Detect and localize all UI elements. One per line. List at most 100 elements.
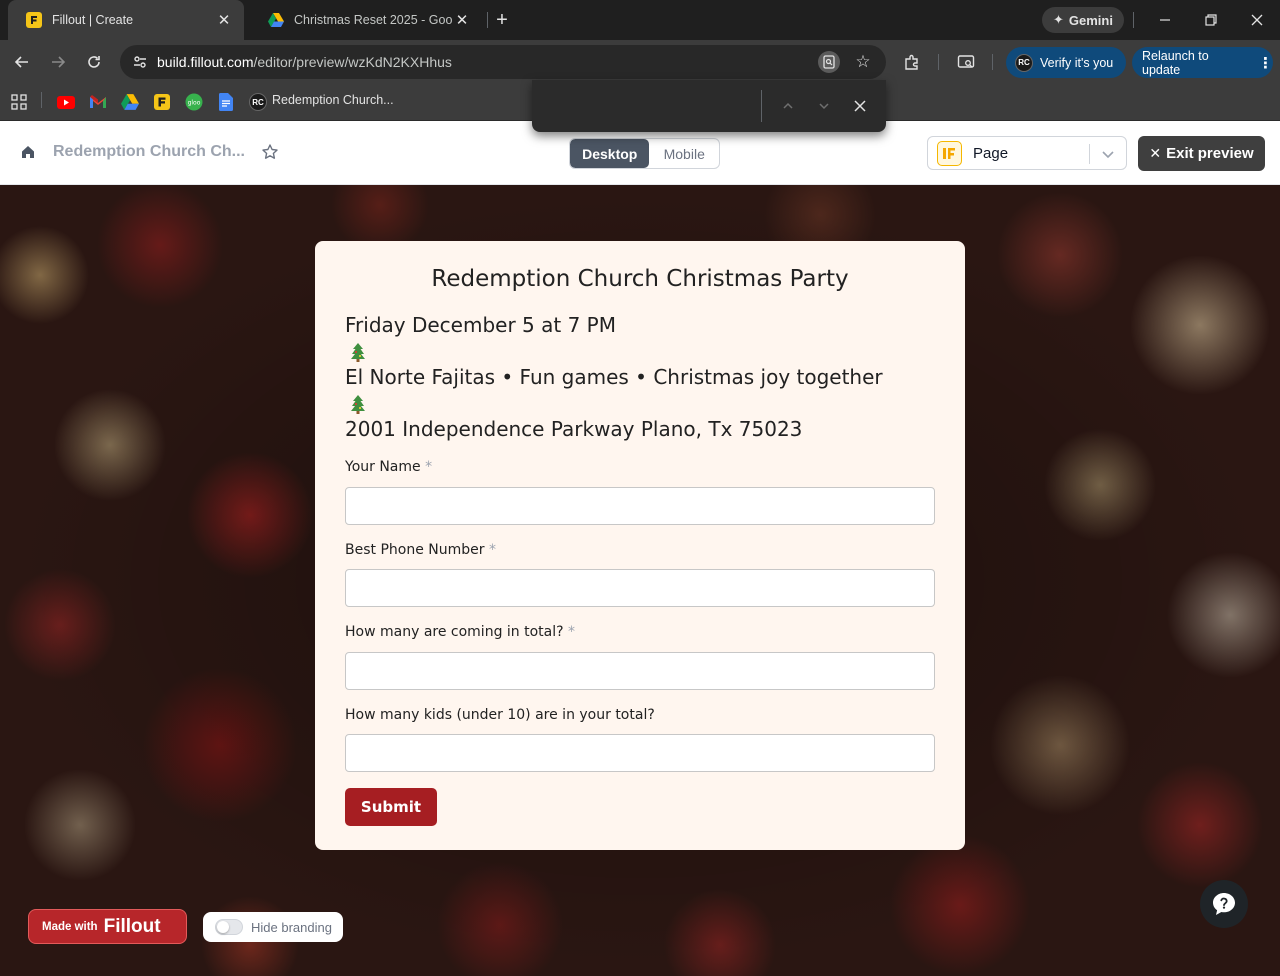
tab-title: Fillout | Create <box>52 13 134 27</box>
christmas-tree-icon <box>350 342 366 362</box>
event-address: 2001 Independence Parkway Plano, Tx 7502… <box>345 417 803 441</box>
find-next-icon[interactable] <box>813 95 835 117</box>
label-text: Your Name <box>345 459 421 475</box>
exit-preview-button[interactable]: ✕ Exit preview <box>1138 136 1265 171</box>
select-divider <box>1089 144 1090 164</box>
apps-grid-icon[interactable] <box>10 93 28 111</box>
desktop-view-button[interactable]: Desktop <box>570 139 650 168</box>
relaunch-label: Relaunch to update <box>1142 48 1209 77</box>
hide-branding-label: Hide branding <box>251 919 332 935</box>
close-icon: ✕ <box>1149 145 1162 161</box>
find-divider <box>761 90 762 122</box>
form-name[interactable]: Redemption Church Ch... <box>53 143 245 161</box>
close-window-icon[interactable] <box>1234 0 1280 40</box>
verify-button[interactable]: RC Verify it's you <box>1006 47 1126 78</box>
help-question-icon <box>1213 893 1235 915</box>
tab-divider <box>487 12 488 28</box>
find-bar <box>532 80 886 132</box>
relaunch-button[interactable]: Relaunch to update ⋮ <box>1132 47 1273 78</box>
made-with-label: Made with <box>42 920 98 933</box>
close-tab-icon[interactable]: ✕ <box>214 10 234 30</box>
event-details: El Norte Fajitas • Fun games • Christmas… <box>345 365 883 389</box>
bookmark-star-icon[interactable]: ☆ <box>852 51 874 73</box>
made-with-fillout-badge[interactable]: Made with Fillout <box>28 909 187 944</box>
phone-input[interactable] <box>345 569 935 607</box>
restore-icon[interactable] <box>1188 0 1234 40</box>
label-text: Best Phone Number <box>345 542 485 558</box>
required-marker: * <box>488 542 496 558</box>
google-docs-icon[interactable] <box>217 93 235 111</box>
find-close-icon[interactable] <box>849 95 871 117</box>
favorite-star-icon[interactable] <box>261 143 279 161</box>
verify-label: Verify it's you <box>1040 55 1114 70</box>
forward-icon[interactable] <box>44 48 72 76</box>
page-select-value: Page <box>973 145 1009 162</box>
url-host: build.fillout.com <box>157 54 254 70</box>
field-label-phone: Best Phone Number * <box>345 542 496 558</box>
sparkle-icon: ✦ <box>1053 12 1064 27</box>
church-bookmark-icon: RC <box>249 93 267 111</box>
view-mode-toggle: Desktop Mobile <box>569 138 720 169</box>
label-text: How many are coming in total? <box>345 624 564 640</box>
reload-icon[interactable] <box>80 48 108 76</box>
more-menu-icon[interactable]: ⋮ <box>1258 54 1273 72</box>
field-label-name: Your Name * <box>345 459 432 475</box>
minimize-icon[interactable] <box>1142 0 1188 40</box>
back-icon[interactable] <box>8 48 36 76</box>
fillout-brand: Fillout <box>103 915 161 937</box>
toolbar-divider <box>992 54 993 70</box>
find-previous-icon[interactable] <box>777 95 799 117</box>
page-search-icon[interactable] <box>818 51 840 73</box>
help-chat-button[interactable] <box>1200 880 1248 928</box>
label-text: How many kids (under 10) are in your tot… <box>345 707 655 723</box>
url-text: build.fillout.com/editor/preview/wzKdN2K… <box>157 54 452 70</box>
bookmark-church[interactable]: Redemption Church... <box>272 93 394 107</box>
required-marker: * <box>568 624 576 640</box>
church-logo-icon: RC <box>249 93 267 111</box>
hide-branding-control[interactable]: Hide branding <box>203 912 343 942</box>
submit-button[interactable]: Submit <box>345 788 437 826</box>
required-marker: * <box>425 459 433 475</box>
gemini-button[interactable]: ✦ Gemini <box>1042 7 1124 33</box>
new-tab-icon[interactable]: + <box>490 8 514 32</box>
page-select[interactable]: Page <box>927 136 1127 170</box>
fillout-icon[interactable] <box>153 93 171 111</box>
gmail-icon[interactable] <box>89 93 107 111</box>
kids-count-input[interactable] <box>345 734 935 772</box>
gloo-icon[interactable]: gloo <box>185 93 203 111</box>
window-divider <box>1133 12 1134 28</box>
tab-fillout[interactable]: Fillout | Create ✕ <box>8 0 244 40</box>
svg-text:gloo: gloo <box>188 100 201 107</box>
hide-branding-toggle[interactable] <box>215 919 243 935</box>
bookmarks-divider <box>41 92 42 108</box>
fillout-favicon-icon <box>26 12 42 28</box>
form-card: Redemption Church Christmas Party Friday… <box>315 241 965 850</box>
chevron-down-icon <box>1099 145 1117 163</box>
tab-google-drive[interactable]: Christmas Reset 2025 - Google ✕ <box>250 0 482 40</box>
close-tab-icon[interactable]: ✕ <box>452 10 472 30</box>
tab-title: Christmas Reset 2025 - Google <box>294 13 452 27</box>
total-guests-input[interactable] <box>345 652 935 690</box>
extensions-icon[interactable] <box>900 50 924 74</box>
profile-avatar: RC <box>1015 53 1033 72</box>
event-date: Friday December 5 at 7 PM <box>345 313 616 337</box>
field-label-total: How many are coming in total? * <box>345 624 575 640</box>
gemini-label: Gemini <box>1068 12 1113 28</box>
google-drive-icon[interactable] <box>121 93 139 111</box>
home-icon[interactable] <box>19 143 37 161</box>
url-path: /editor/preview/wzKdN2KXHhus <box>253 54 452 70</box>
google-drive-icon <box>268 12 284 28</box>
address-bar[interactable]: build.fillout.com/editor/preview/wzKdN2K… <box>120 45 886 79</box>
youtube-icon[interactable] <box>57 93 75 111</box>
tab-strip: Fillout | Create ✕ Christmas Reset 2025 … <box>0 0 1280 40</box>
page-icon <box>937 141 962 166</box>
field-label-kids: How many kids (under 10) are in your tot… <box>345 707 655 723</box>
exit-preview-label: Exit preview <box>1166 145 1254 162</box>
form-title: Redemption Church Christmas Party <box>431 266 849 292</box>
find-input[interactable] <box>546 92 751 120</box>
christmas-tree-icon <box>350 394 366 414</box>
mobile-view-button[interactable]: Mobile <box>649 139 719 168</box>
name-input[interactable] <box>345 487 935 525</box>
tab-search-icon[interactable] <box>954 50 978 74</box>
site-settings-icon[interactable] <box>132 54 148 70</box>
